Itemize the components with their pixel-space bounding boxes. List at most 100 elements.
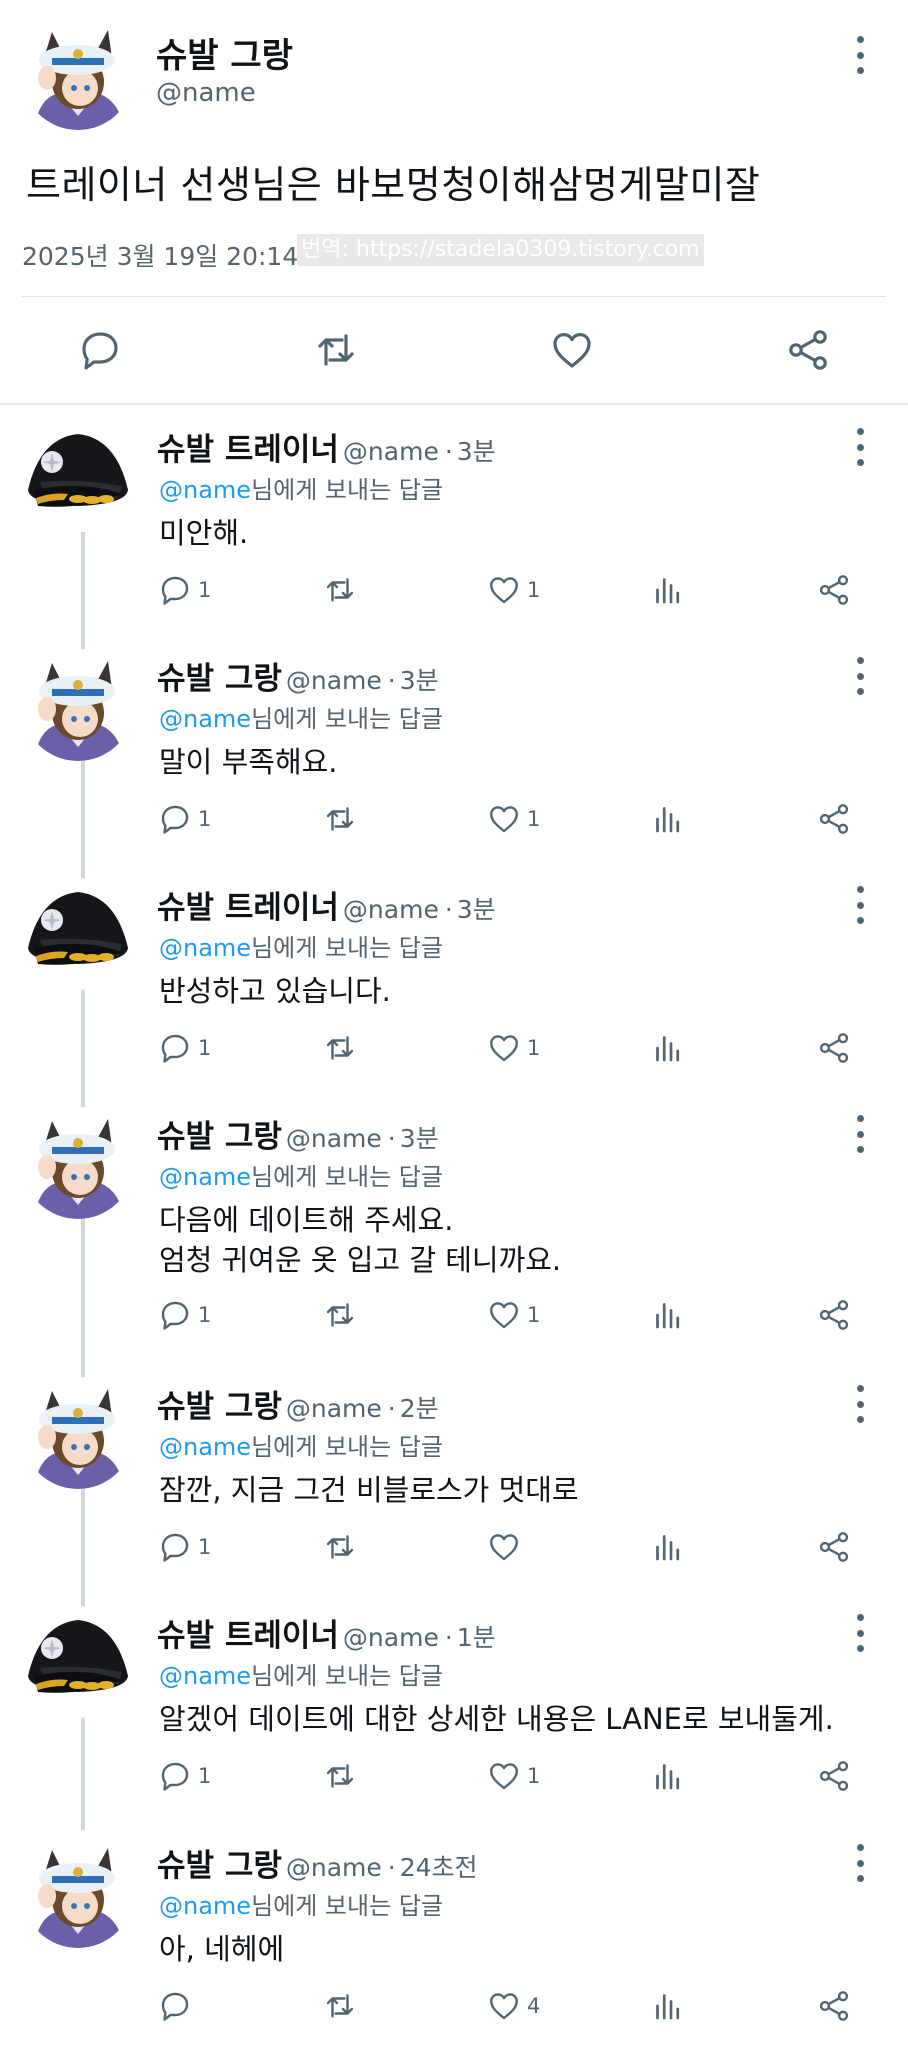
like-action[interactable]: 4 bbox=[486, 1988, 540, 2024]
reply-action[interactable]: 1 bbox=[157, 572, 211, 608]
retweet-icon[interactable] bbox=[322, 1758, 358, 1794]
retweet-action[interactable] bbox=[322, 1529, 358, 1565]
views-icon[interactable] bbox=[650, 1988, 686, 2024]
share-icon[interactable] bbox=[816, 801, 852, 837]
like-icon[interactable] bbox=[486, 1297, 522, 1333]
reply-action[interactable]: 1 bbox=[157, 801, 211, 837]
like-icon[interactable] bbox=[486, 1030, 522, 1066]
share-action[interactable] bbox=[816, 1529, 852, 1565]
retweet-action[interactable] bbox=[322, 1758, 358, 1794]
more-options-icon[interactable] bbox=[850, 657, 870, 695]
main-display-name[interactable]: 슈발 그랑 bbox=[156, 28, 293, 77]
retweet-action[interactable] bbox=[322, 1297, 358, 1333]
retweet-icon[interactable] bbox=[322, 801, 358, 837]
share-action[interactable] bbox=[816, 572, 852, 608]
mention-link[interactable]: @name bbox=[159, 934, 251, 962]
reply-icon[interactable] bbox=[157, 1988, 193, 2024]
reply-display-name[interactable]: 슈발 그랑 bbox=[157, 1848, 282, 1884]
share-icon[interactable] bbox=[816, 572, 852, 608]
mention-link[interactable]: @name bbox=[159, 1662, 251, 1690]
reply-time[interactable]: 3분 bbox=[457, 895, 496, 924]
like-icon[interactable] bbox=[486, 801, 522, 837]
like-action[interactable]: 1 bbox=[486, 1758, 540, 1794]
like-icon[interactable] bbox=[548, 326, 596, 374]
reply-time[interactable]: 24초전 bbox=[400, 1853, 478, 1882]
retweet-icon[interactable] bbox=[322, 1988, 358, 2024]
more-options-icon[interactable] bbox=[850, 886, 870, 924]
main-handle[interactable]: @name bbox=[156, 78, 256, 108]
like-icon[interactable] bbox=[486, 572, 522, 608]
reply-display-name[interactable]: 슈발 그랑 bbox=[157, 1119, 282, 1155]
main-tweet-date[interactable]: 2025년 3월 19일 20:14 bbox=[22, 237, 298, 273]
reply-display-name[interactable]: 슈발 트레이너 bbox=[157, 890, 339, 926]
views-action[interactable] bbox=[650, 1758, 686, 1794]
reply-avatar[interactable] bbox=[22, 1836, 134, 1948]
reply-icon[interactable] bbox=[157, 1030, 193, 1066]
reply-time[interactable]: 3분 bbox=[400, 1124, 439, 1153]
more-options-icon[interactable] bbox=[850, 1115, 870, 1153]
mention-link[interactable]: @name bbox=[159, 1163, 251, 1191]
share-action[interactable] bbox=[816, 801, 852, 837]
share-icon[interactable] bbox=[816, 1758, 852, 1794]
like-action[interactable]: 1 bbox=[486, 572, 540, 608]
views-action[interactable] bbox=[650, 1988, 686, 2024]
retweet-action[interactable] bbox=[322, 1988, 358, 2024]
views-action[interactable] bbox=[650, 801, 686, 837]
share-icon[interactable] bbox=[784, 326, 832, 374]
reply-handle[interactable]: @name bbox=[286, 1124, 382, 1153]
reply-avatar[interactable] bbox=[22, 649, 134, 761]
reply-action[interactable]: 1 bbox=[157, 1529, 211, 1565]
share-icon[interactable] bbox=[816, 1988, 852, 2024]
reply-icon[interactable] bbox=[157, 1297, 193, 1333]
reply-icon[interactable] bbox=[157, 801, 193, 837]
retweet-action[interactable] bbox=[322, 572, 358, 608]
like-icon[interactable] bbox=[486, 1988, 522, 2024]
views-icon[interactable] bbox=[650, 1297, 686, 1333]
reply-time[interactable]: 2분 bbox=[400, 1394, 439, 1423]
reply-time[interactable]: 3분 bbox=[400, 666, 439, 695]
reply-avatar[interactable] bbox=[22, 878, 134, 990]
mention-link[interactable]: @name bbox=[159, 1892, 251, 1920]
reply-display-name[interactable]: 슈발 그랑 bbox=[157, 661, 282, 697]
main-avatar[interactable] bbox=[22, 18, 134, 130]
more-options-icon[interactable] bbox=[850, 1614, 870, 1652]
retweet-icon[interactable] bbox=[312, 326, 360, 374]
views-icon[interactable] bbox=[650, 1758, 686, 1794]
share-action[interactable] bbox=[816, 1758, 852, 1794]
like-action[interactable]: 1 bbox=[486, 1030, 540, 1066]
share-icon[interactable] bbox=[816, 1030, 852, 1066]
reply-handle[interactable]: @name bbox=[286, 1853, 382, 1882]
reply-display-name[interactable]: 슈발 트레이너 bbox=[157, 432, 339, 468]
more-options-icon[interactable] bbox=[850, 1385, 870, 1423]
views-action[interactable] bbox=[650, 572, 686, 608]
mention-link[interactable]: @name bbox=[159, 1433, 251, 1461]
views-icon[interactable] bbox=[650, 801, 686, 837]
retweet-icon[interactable] bbox=[322, 1297, 358, 1333]
like-action[interactable]: 1 bbox=[486, 801, 540, 837]
like-icon[interactable] bbox=[486, 1529, 522, 1565]
reply-icon[interactable] bbox=[76, 326, 124, 374]
views-icon[interactable] bbox=[650, 572, 686, 608]
like-action[interactable] bbox=[486, 1529, 527, 1565]
reply-action[interactable] bbox=[157, 1988, 198, 2024]
retweet-action[interactable] bbox=[322, 801, 358, 837]
reply-avatar[interactable] bbox=[22, 1377, 134, 1489]
share-icon[interactable] bbox=[816, 1297, 852, 1333]
views-action[interactable] bbox=[650, 1030, 686, 1066]
reply-action[interactable]: 1 bbox=[157, 1297, 211, 1333]
reply-handle[interactable]: @name bbox=[343, 895, 439, 924]
reply-action[interactable]: 1 bbox=[157, 1758, 211, 1794]
reply-handle[interactable]: @name bbox=[343, 437, 439, 466]
like-icon[interactable] bbox=[486, 1758, 522, 1794]
reply-handle[interactable]: @name bbox=[343, 1623, 439, 1652]
views-icon[interactable] bbox=[650, 1529, 686, 1565]
retweet-icon[interactable] bbox=[322, 1030, 358, 1066]
share-action[interactable] bbox=[816, 1030, 852, 1066]
reply-avatar[interactable] bbox=[22, 420, 134, 532]
reply-avatar[interactable] bbox=[22, 1606, 134, 1718]
reply-handle[interactable]: @name bbox=[286, 1394, 382, 1423]
retweet-action[interactable] bbox=[322, 1030, 358, 1066]
mention-link[interactable]: @name bbox=[159, 476, 251, 504]
reply-display-name[interactable]: 슈발 그랑 bbox=[157, 1389, 282, 1425]
reply-display-name[interactable]: 슈발 트레이너 bbox=[157, 1618, 339, 1654]
